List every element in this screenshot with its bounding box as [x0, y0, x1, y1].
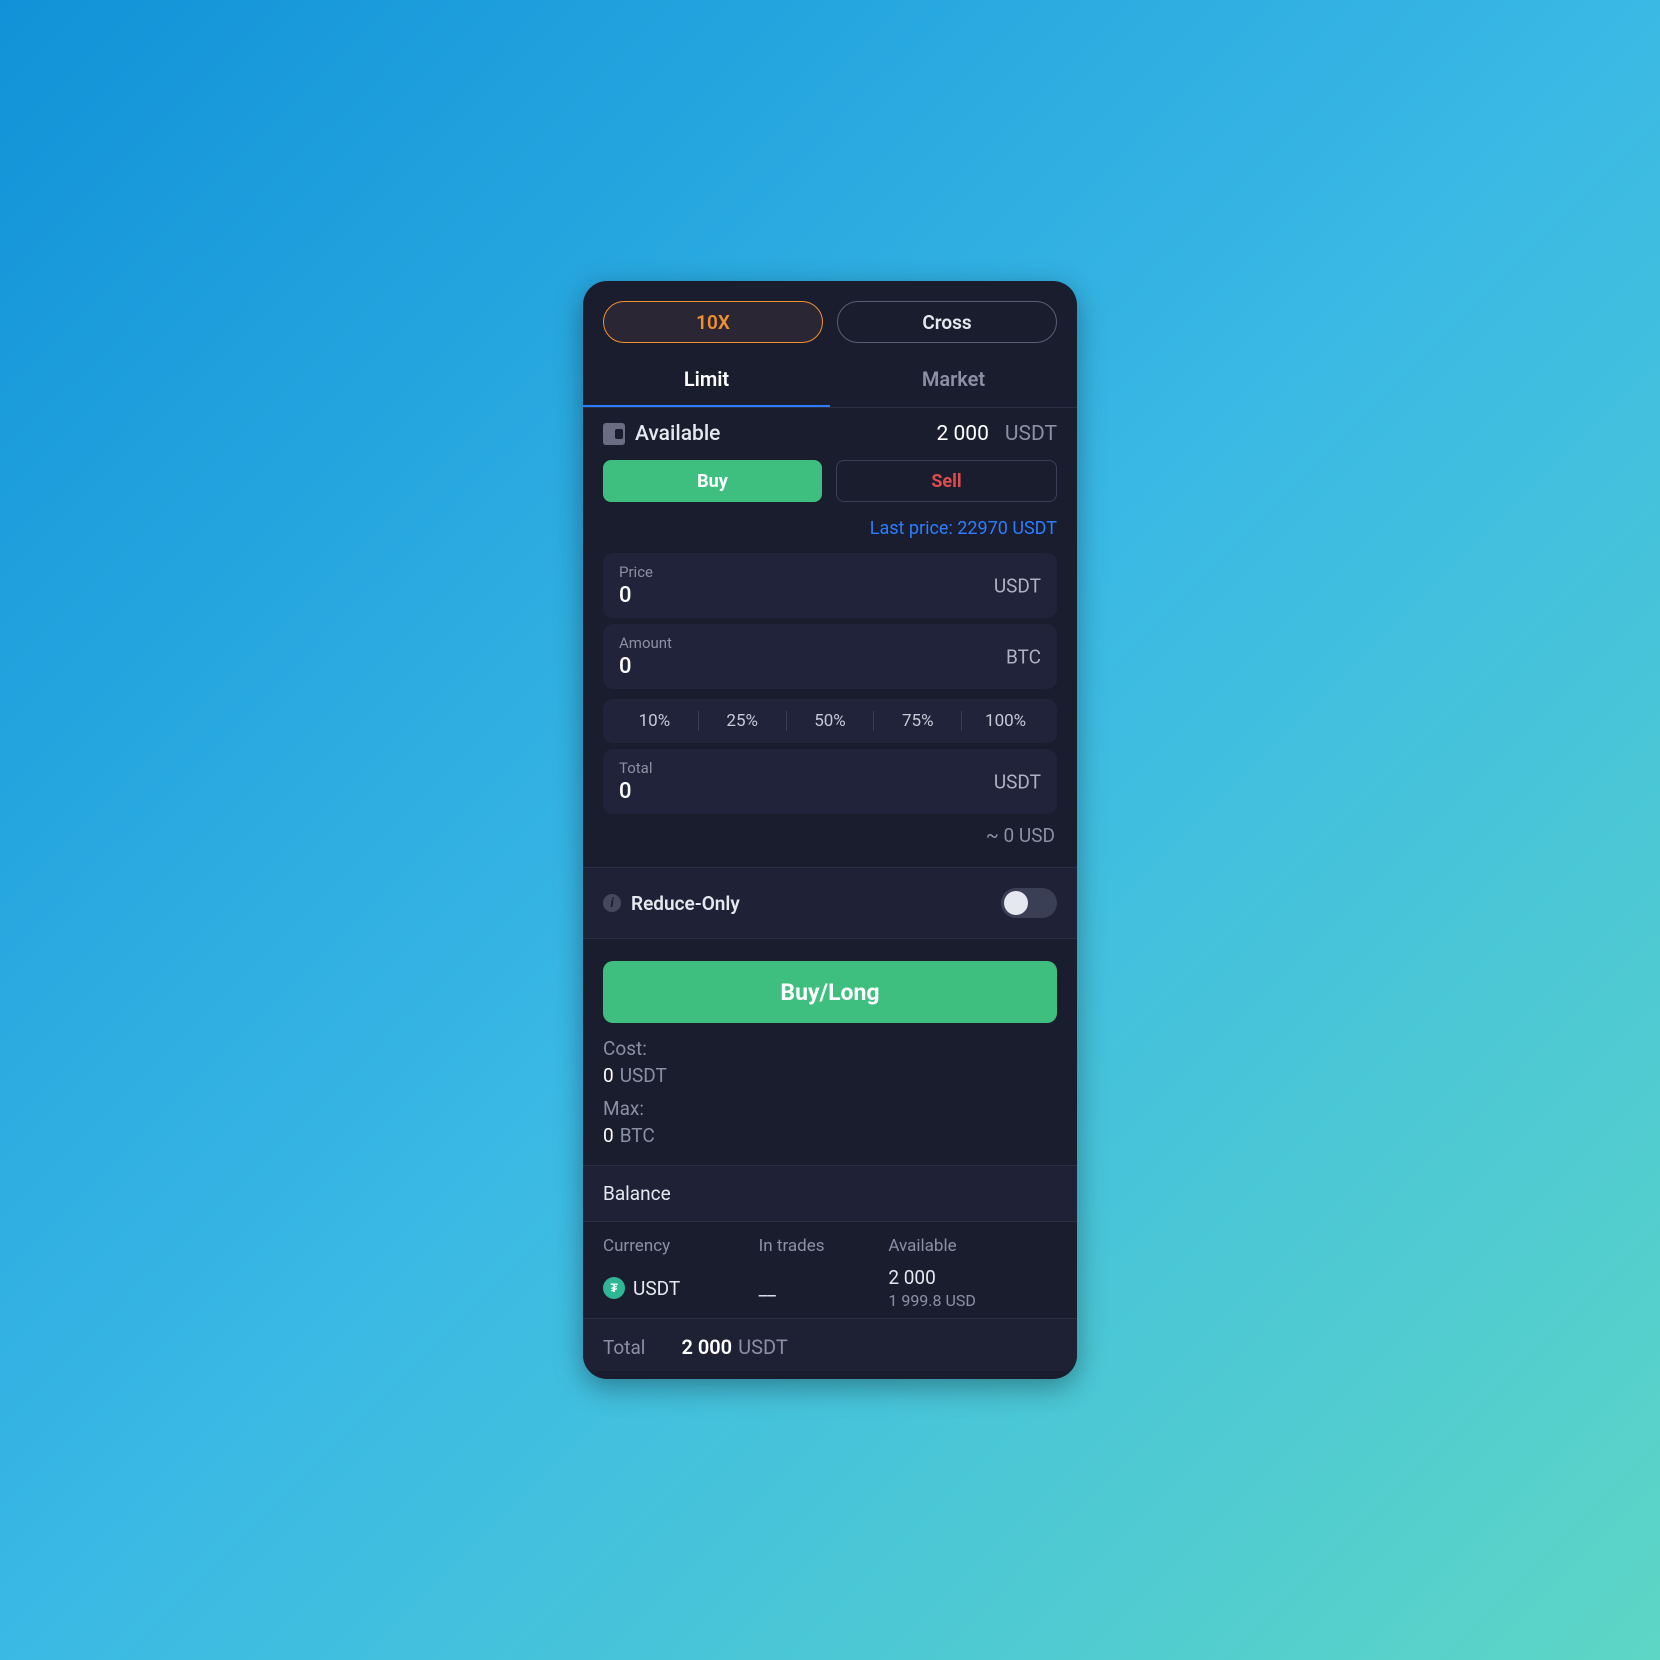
tab-limit[interactable]: Limit — [583, 353, 830, 407]
col-currency: Currency — [603, 1236, 759, 1256]
submit-buy-long-button[interactable]: Buy/Long — [603, 961, 1057, 1023]
sell-side-button[interactable]: Sell — [836, 460, 1057, 502]
side-row: Buy Sell — [583, 456, 1077, 512]
cost-label: Cost: — [603, 1037, 647, 1060]
balance-total-row: Total 2 000USDT — [583, 1318, 1077, 1371]
top-pill-row: 10X Cross — [583, 281, 1077, 353]
usdt-icon: ₮ — [603, 1277, 625, 1299]
balance-total-value: 2 000 — [681, 1335, 732, 1359]
percent-preset-75[interactable]: 75% — [874, 711, 962, 731]
balance-header: Balance — [583, 1165, 1077, 1222]
last-price-link[interactable]: Last price: 22970 USDT — [583, 512, 1077, 547]
wallet-icon — [603, 423, 625, 445]
info-icon[interactable]: i — [603, 894, 621, 912]
balance-in-trades: __ — [759, 1277, 889, 1300]
max-value: 0 — [603, 1124, 614, 1147]
total-field[interactable]: Total USDT — [603, 749, 1057, 814]
balance-available-usd: 1 999.8 USD — [888, 1291, 1057, 1310]
percent-preset-10[interactable]: 10% — [611, 711, 699, 731]
balance-symbol: USDT — [633, 1277, 680, 1300]
reduce-only-label: Reduce-Only — [631, 892, 991, 915]
balance-available: 2 000 — [888, 1266, 1057, 1289]
percent-preset-50[interactable]: 50% — [787, 711, 875, 731]
cost-unit: USDT — [620, 1064, 667, 1087]
percent-preset-row: 10% 25% 50% 75% 100% — [603, 699, 1057, 743]
max-label: Max: — [603, 1097, 644, 1120]
tab-market[interactable]: Market — [830, 353, 1077, 407]
toggle-knob — [1004, 891, 1028, 915]
price-input[interactable] — [619, 581, 1041, 608]
margin-mode-pill[interactable]: Cross — [837, 301, 1057, 343]
max-unit: BTC — [620, 1124, 655, 1147]
amount-input[interactable] — [619, 652, 1041, 679]
total-label: Total — [619, 759, 1041, 777]
price-field[interactable]: Price USDT — [603, 553, 1057, 618]
col-in-trades: In trades — [759, 1236, 889, 1256]
available-label: Available — [635, 422, 720, 446]
balance-total-label: Total — [603, 1336, 645, 1359]
available-amount: 2 000 — [936, 422, 988, 446]
total-unit: USDT — [994, 770, 1041, 793]
price-label: Price — [619, 563, 1041, 581]
leverage-pill[interactable]: 10X — [603, 301, 823, 343]
balance-total-unit: USDT — [738, 1335, 788, 1359]
price-unit: USDT — [994, 574, 1041, 597]
reduce-only-row: i Reduce-Only — [583, 867, 1077, 939]
percent-preset-100[interactable]: 100% — [962, 711, 1049, 731]
balance-table: Currency In trades Available ₮ USDT __ 2… — [583, 1222, 1077, 1318]
order-panel: 10X Cross Limit Market Available 2 000 U… — [583, 281, 1077, 1379]
approx-usd: ~ 0 USD — [583, 820, 1077, 857]
total-input[interactable] — [619, 777, 1041, 804]
reduce-only-toggle[interactable] — [1001, 888, 1057, 918]
order-meta: Cost: 0 USDT Max: 0 BTC — [583, 1037, 1077, 1165]
balance-row: ₮ USDT __ 2 000 1 999.8 USD — [603, 1266, 1057, 1310]
cost-value: 0 — [603, 1064, 614, 1087]
amount-field[interactable]: Amount BTC — [603, 624, 1057, 689]
amount-unit: BTC — [1006, 645, 1041, 668]
available-row: Available 2 000 USDT — [583, 408, 1077, 456]
percent-preset-25[interactable]: 25% — [699, 711, 787, 731]
available-unit: USDT — [1005, 422, 1057, 446]
amount-label: Amount — [619, 634, 1041, 652]
buy-side-button[interactable]: Buy — [603, 460, 822, 502]
order-type-tabs: Limit Market — [583, 353, 1077, 408]
col-available: Available — [888, 1236, 1057, 1256]
